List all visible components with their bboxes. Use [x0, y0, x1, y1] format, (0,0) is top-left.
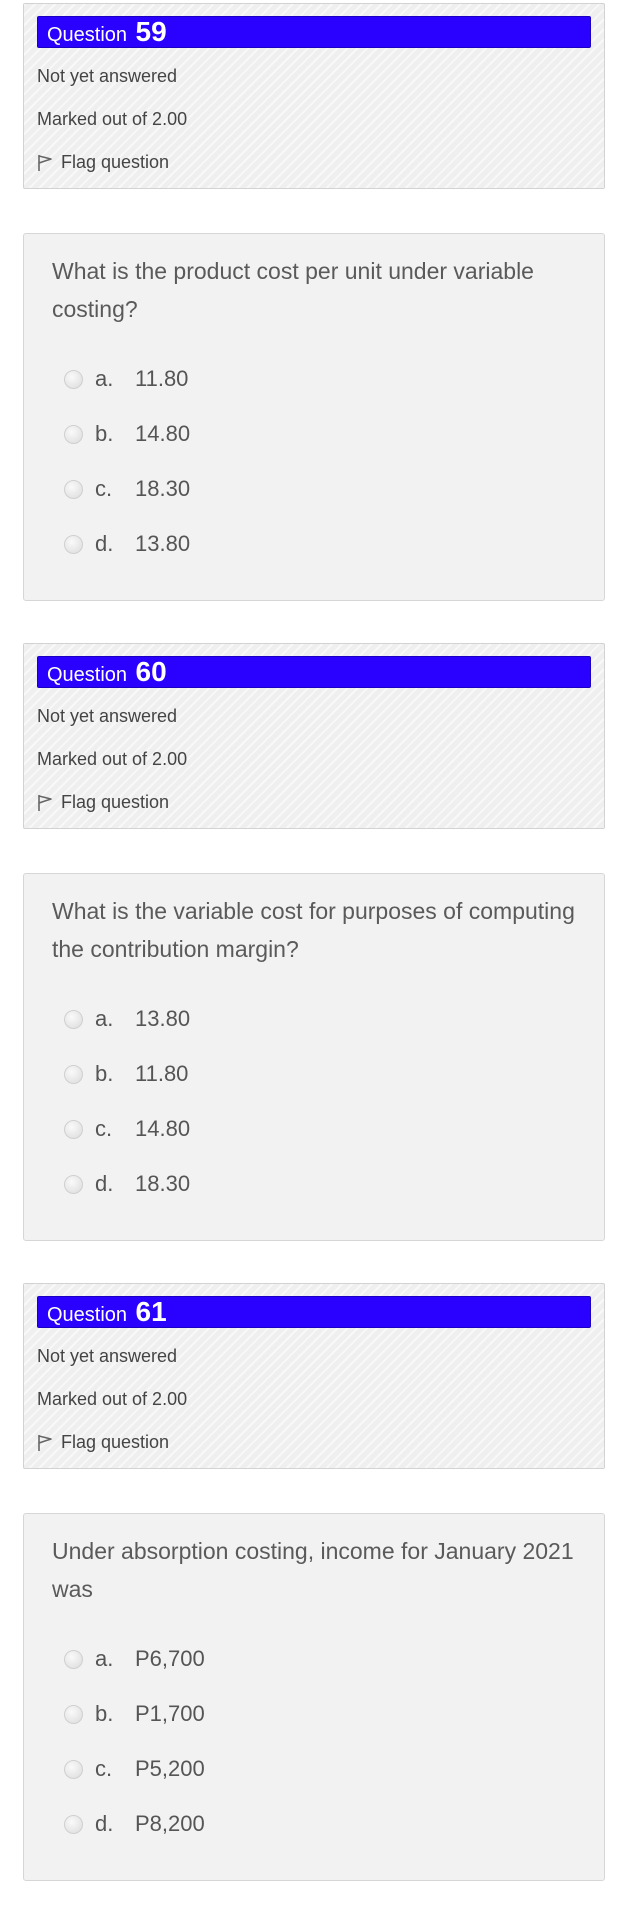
radio-button[interactable] — [64, 1009, 83, 1029]
question-content-60: What is the variable cost for purposes o… — [23, 873, 605, 1241]
option-value: P6,700 — [135, 1646, 205, 1671]
flag-question-link[interactable]: Flag question — [37, 792, 169, 813]
answer-option-b[interactable]: b. 11.80 — [64, 1061, 188, 1087]
option-value: 13.80 — [135, 531, 191, 556]
radio-button[interactable] — [64, 369, 83, 389]
flag-icon — [37, 794, 53, 812]
flag-question-link[interactable]: Flag question — [37, 152, 169, 173]
option-value: 18.30 — [135, 476, 191, 501]
answer-option-d[interactable]: d. 18.30 — [64, 1171, 190, 1197]
radio-button[interactable] — [64, 1704, 83, 1724]
option-value: P1,700 — [135, 1701, 205, 1726]
question-info-60: Question 60 Not yet answered Marked out … — [23, 643, 605, 829]
grade-text: Marked out of 2.00 — [37, 1389, 188, 1409]
question-number: 61 — [135, 1296, 167, 1327]
grade-text: Marked out of 2.00 — [37, 109, 188, 129]
option-value: 11.80 — [135, 366, 189, 391]
option-value: 18.30 — [135, 1171, 191, 1196]
option-letter: d. — [95, 531, 114, 556]
option-letter: c. — [95, 476, 113, 501]
option-letter: b. — [95, 1701, 114, 1726]
answer-option-c[interactable]: c. P5,200 — [64, 1756, 205, 1782]
radio-button[interactable] — [64, 1174, 83, 1194]
question-info-59: Question 59 Not yet answered Marked out … — [23, 3, 605, 189]
question-number-banner: Question 60 — [37, 656, 591, 688]
radio-button[interactable] — [64, 479, 83, 499]
question-text: What is the product cost per unit under … — [52, 258, 534, 322]
question-content-61: Under absorption costing, income for Jan… — [23, 1513, 605, 1881]
answer-state: Not yet answered — [37, 706, 178, 726]
option-value: 14.80 — [135, 421, 191, 446]
radio-button[interactable] — [64, 1649, 83, 1669]
option-letter: d. — [95, 1811, 114, 1836]
option-letter: b. — [95, 1061, 114, 1086]
option-letter: b. — [95, 421, 114, 446]
question-text: What is the variable cost for purposes o… — [52, 898, 575, 962]
radio-button[interactable] — [64, 1064, 83, 1084]
option-letter: d. — [95, 1171, 114, 1196]
answer-option-c[interactable]: c. 18.30 — [64, 476, 190, 502]
question-info-61: Question 61 Not yet answered Marked out … — [23, 1283, 605, 1469]
answer-option-d[interactable]: d. P8,200 — [64, 1811, 205, 1837]
flag-question-label: Flag question — [61, 152, 170, 172]
answer-option-c[interactable]: c. 14.80 — [64, 1116, 190, 1142]
question-number: 59 — [135, 16, 167, 47]
radio-button[interactable] — [64, 1814, 83, 1834]
question-number-banner: Question 59 — [37, 16, 591, 48]
flag-question-label: Flag question — [61, 1432, 170, 1452]
option-letter: a. — [95, 1646, 114, 1671]
question-word: Question — [47, 664, 128, 686]
option-value: P8,200 — [135, 1811, 205, 1836]
radio-button[interactable] — [64, 534, 83, 554]
question-word: Question — [47, 24, 128, 46]
answer-option-b[interactable]: b. P1,700 — [64, 1701, 205, 1727]
flag-icon — [37, 154, 53, 172]
option-value: P5,200 — [135, 1756, 205, 1781]
answer-option-d[interactable]: d. 13.80 — [64, 531, 190, 557]
question-text: Under absorption costing, income for Jan… — [52, 1538, 574, 1602]
grade-text: Marked out of 2.00 — [37, 749, 188, 769]
question-word: Question — [47, 1304, 128, 1326]
question-number: 60 — [135, 656, 167, 687]
option-letter: a. — [95, 1006, 114, 1031]
radio-button[interactable] — [64, 1119, 83, 1139]
radio-button[interactable] — [64, 424, 83, 444]
flag-question-label: Flag question — [61, 792, 170, 812]
option-letter: c. — [95, 1116, 113, 1141]
option-value: 14.80 — [135, 1116, 191, 1141]
flag-icon — [37, 1434, 53, 1452]
answer-option-a[interactable]: a. 11.80 — [64, 366, 188, 392]
radio-button[interactable] — [64, 1759, 83, 1779]
question-content-59: What is the product cost per unit under … — [23, 233, 605, 601]
option-value: 13.80 — [135, 1006, 191, 1031]
flag-question-link[interactable]: Flag question — [37, 1432, 169, 1453]
question-number-banner: Question 61 — [37, 1296, 591, 1328]
option-letter: a. — [95, 366, 114, 391]
answer-option-b[interactable]: b. 14.80 — [64, 421, 190, 447]
answer-option-a[interactable]: a. P6,700 — [64, 1646, 205, 1672]
option-value: 11.80 — [135, 1061, 189, 1086]
option-letter: c. — [95, 1756, 113, 1781]
answer-option-a[interactable]: a. 13.80 — [64, 1006, 190, 1032]
answer-state: Not yet answered — [37, 1346, 178, 1366]
answer-state: Not yet answered — [37, 66, 178, 86]
